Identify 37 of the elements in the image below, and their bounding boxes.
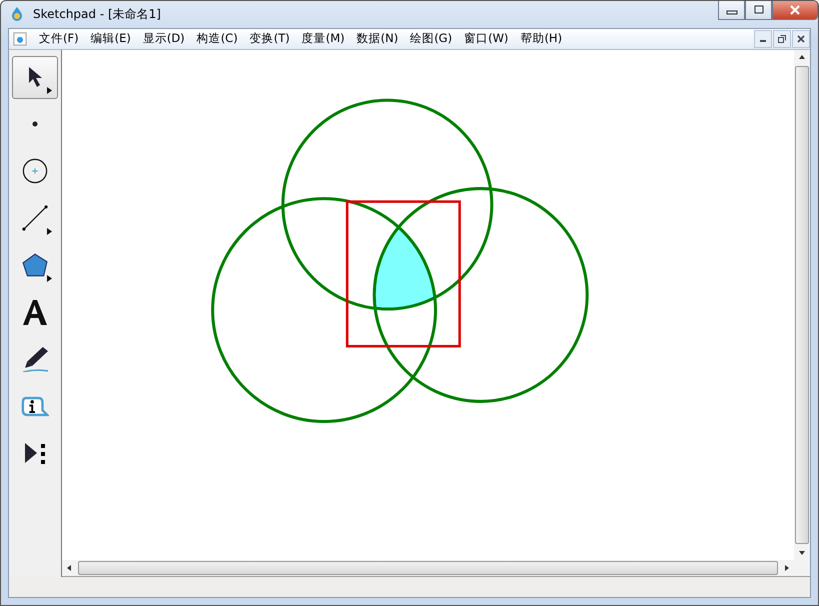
menu-item[interactable]: 帮助(H)	[514, 31, 568, 46]
restore-button[interactable]	[773, 30, 791, 48]
horizontal-scrollbar[interactable]	[62, 560, 810, 577]
window-title: Sketchpad - [未命名1]	[33, 6, 161, 23]
dot-icon	[32, 121, 38, 128]
minimize-button[interactable]	[754, 30, 772, 48]
letter-a-icon	[23, 300, 47, 325]
menu-item[interactable]: 绘图(G)	[404, 31, 458, 46]
menu-item[interactable]: 显示(D)	[136, 31, 191, 46]
close-icon	[796, 34, 806, 44]
pentagon-icon	[22, 253, 48, 278]
app-logo-icon	[9, 6, 25, 22]
menu-item[interactable]: 文件(F)	[33, 31, 85, 46]
arrow-select-tool[interactable]	[12, 56, 58, 99]
menu-item[interactable]: 变换(T)	[244, 31, 296, 46]
scroll-thumb[interactable]	[78, 561, 778, 575]
menu-item[interactable]: 窗口(W)	[458, 31, 514, 46]
minimize-icon	[760, 40, 766, 42]
close-button[interactable]	[772, 1, 818, 20]
close-icon	[788, 5, 802, 15]
marker-pen-icon	[22, 346, 48, 372]
close-button[interactable]	[792, 30, 810, 48]
minimize-button[interactable]	[718, 1, 745, 20]
circle-icon	[22, 158, 48, 184]
restore-icon	[777, 34, 787, 44]
menu-item[interactable]: 构造(C)	[190, 31, 244, 46]
menu-item[interactable]: 数据(N)	[350, 31, 404, 46]
play-dots-icon	[25, 442, 45, 464]
maximize-button[interactable]	[745, 1, 772, 20]
line-segment-icon	[22, 205, 48, 232]
menu-item[interactable]: 度量(M)	[296, 31, 351, 46]
pointer-arrow-icon	[28, 66, 42, 88]
info-bubble-icon	[21, 396, 49, 417]
maximize-icon	[752, 5, 766, 15]
document-icon	[13, 32, 27, 46]
menu-item[interactable]: 编辑(E)	[84, 31, 137, 46]
scroll-thumb[interactable]	[795, 66, 809, 544]
